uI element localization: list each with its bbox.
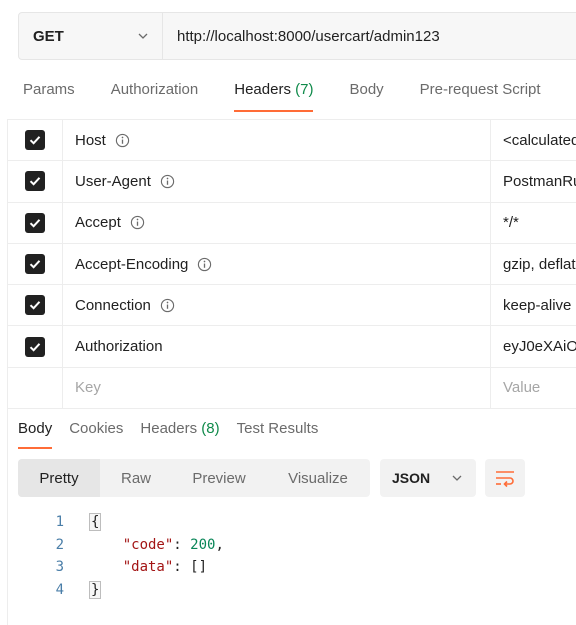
tab-response-headers-count: (8) <box>201 420 220 437</box>
url-input[interactable]: http://localhost:8000/usercart/admin123 <box>163 13 576 59</box>
table-row: Host <calculated when request is sent> <box>8 120 576 162</box>
line-number: 4 <box>55 581 64 598</box>
chevron-down-icon <box>138 33 148 39</box>
table-row: Accept */* <box>8 202 576 244</box>
view-mode-selector: Pretty Raw Preview Visualize <box>18 459 370 497</box>
info-icon[interactable] <box>115 133 130 148</box>
tab-response-headers-label: Headers <box>140 420 198 437</box>
info-icon[interactable] <box>160 298 175 313</box>
header-checkbox[interactable] <box>25 254 45 275</box>
code-line: 1{ <box>40 511 224 534</box>
header-key: User-Agent <box>75 172 151 190</box>
response-body-code[interactable]: 1{ 2 "code": 200, 3 "data": [] 4} <box>40 511 224 601</box>
format-label: JSON <box>392 470 431 486</box>
row-checkbox-cell <box>8 161 63 202</box>
line-number: 1 <box>55 514 64 531</box>
header-value[interactable]: keep-alive <box>491 285 576 325</box>
request-url-bar: GET http://localhost:8000/usercart/admin… <box>18 12 576 60</box>
json-key: "code" <box>122 536 174 553</box>
header-key-cell[interactable]: Connection <box>63 285 491 326</box>
header-checkbox[interactable] <box>25 130 45 151</box>
request-tabs: Params Authorization Headers (7) Body Pr… <box>23 78 576 112</box>
new-header-key-input[interactable]: Key <box>63 367 491 409</box>
checkmark-icon <box>29 136 41 145</box>
chevron-down-icon <box>452 475 462 481</box>
response-tabs: Body Cookies Headers (8) Test Results <box>18 417 335 449</box>
tab-cookies[interactable]: Cookies <box>69 417 123 449</box>
tab-response-body[interactable]: Body <box>18 417 53 449</box>
header-key: Accept <box>75 214 121 232</box>
header-checkbox[interactable] <box>25 336 45 357</box>
new-header-value-input[interactable]: Value <box>491 368 576 408</box>
info-icon[interactable] <box>197 257 212 272</box>
header-key-cell[interactable]: Accept-Encoding <box>63 243 491 285</box>
tab-params[interactable]: Params <box>23 78 75 112</box>
info-icon[interactable] <box>130 215 145 230</box>
table-row: Accept-Encoding gzip, deflate, br <box>8 243 576 286</box>
headers-table: Host <calculated when request is sent> U… <box>8 119 576 410</box>
header-key-cell[interactable]: Authorization <box>63 326 491 367</box>
method-dropdown[interactable]: GET <box>19 13 163 59</box>
json-value: [] <box>190 559 208 576</box>
wrap-lines-button[interactable] <box>485 459 525 497</box>
tab-body[interactable]: Body <box>349 78 383 112</box>
code-line: 4} <box>40 579 224 602</box>
wrap-lines-icon <box>496 471 514 488</box>
tab-authorization[interactable]: Authorization <box>111 78 199 112</box>
code-line: 3 "data": [] <box>40 556 224 579</box>
pretty-button[interactable]: Pretty <box>18 459 100 497</box>
table-row: User-Agent PostmanRuntime/7.29.0 <box>8 161 576 203</box>
header-checkbox[interactable] <box>25 171 45 192</box>
tab-headers-label: Headers <box>234 81 291 98</box>
json-value: 200 <box>190 536 216 553</box>
header-key: Accept-Encoding <box>75 255 189 273</box>
checkmark-icon <box>29 301 41 310</box>
header-checkbox[interactable] <box>25 212 45 233</box>
row-checkbox-cell <box>8 326 63 367</box>
row-checkbox-cell <box>8 202 63 243</box>
line-number: 3 <box>55 559 64 576</box>
header-key: Host <box>75 131 106 149</box>
table-row: Connection keep-alive <box>8 285 576 327</box>
tab-headers-count: (7) <box>295 81 314 98</box>
table-row: Authorization eyJ0eXAiOiJKV1QiLCJhbGciOi… <box>8 326 576 368</box>
header-key: Authorization <box>75 338 163 356</box>
header-value[interactable]: PostmanRuntime/7.29.0 <box>491 161 576 201</box>
header-value[interactable]: <calculated when request is sent> <box>491 120 576 160</box>
row-checkbox-cell <box>8 367 63 409</box>
header-key: Connection <box>75 296 151 314</box>
header-key-cell[interactable]: Host <box>63 120 491 161</box>
header-value[interactable]: */* <box>491 203 576 243</box>
header-key-cell[interactable]: User-Agent <box>63 161 491 202</box>
tab-response-headers[interactable]: Headers (8) <box>140 417 219 449</box>
row-checkbox-cell <box>8 285 63 326</box>
line-number: 2 <box>55 536 64 553</box>
raw-button[interactable]: Raw <box>100 459 172 497</box>
json-key: "data" <box>122 559 174 576</box>
method-label: GET <box>33 27 64 45</box>
header-key-cell[interactable]: Accept <box>63 202 491 243</box>
close-brace: } <box>89 580 102 599</box>
new-header-row: Key Value <box>8 367 576 410</box>
info-icon[interactable] <box>160 174 175 189</box>
row-checkbox-cell <box>8 120 63 161</box>
tab-prerequest-script[interactable]: Pre-request Script <box>420 78 541 112</box>
tab-test-results[interactable]: Test Results <box>237 417 319 449</box>
code-line: 2 "code": 200, <box>40 534 224 557</box>
open-brace: { <box>89 513 102 532</box>
checkmark-icon <box>29 177 41 187</box>
tab-headers[interactable]: Headers (7) <box>234 78 314 112</box>
header-checkbox[interactable] <box>25 295 45 316</box>
row-checkbox-cell <box>8 243 63 285</box>
format-dropdown[interactable]: JSON <box>380 459 476 497</box>
visualize-button[interactable]: Visualize <box>266 459 370 497</box>
header-value[interactable]: gzip, deflate, br <box>491 244 576 284</box>
checkmark-icon <box>29 260 41 269</box>
checkmark-icon <box>29 342 41 352</box>
checkmark-icon <box>29 218 41 228</box>
preview-button[interactable]: Preview <box>172 459 266 497</box>
header-value[interactable]: eyJ0eXAiOiJKV1QiLCJhbGciOiJIUzI1NiJ9 <box>491 326 576 366</box>
